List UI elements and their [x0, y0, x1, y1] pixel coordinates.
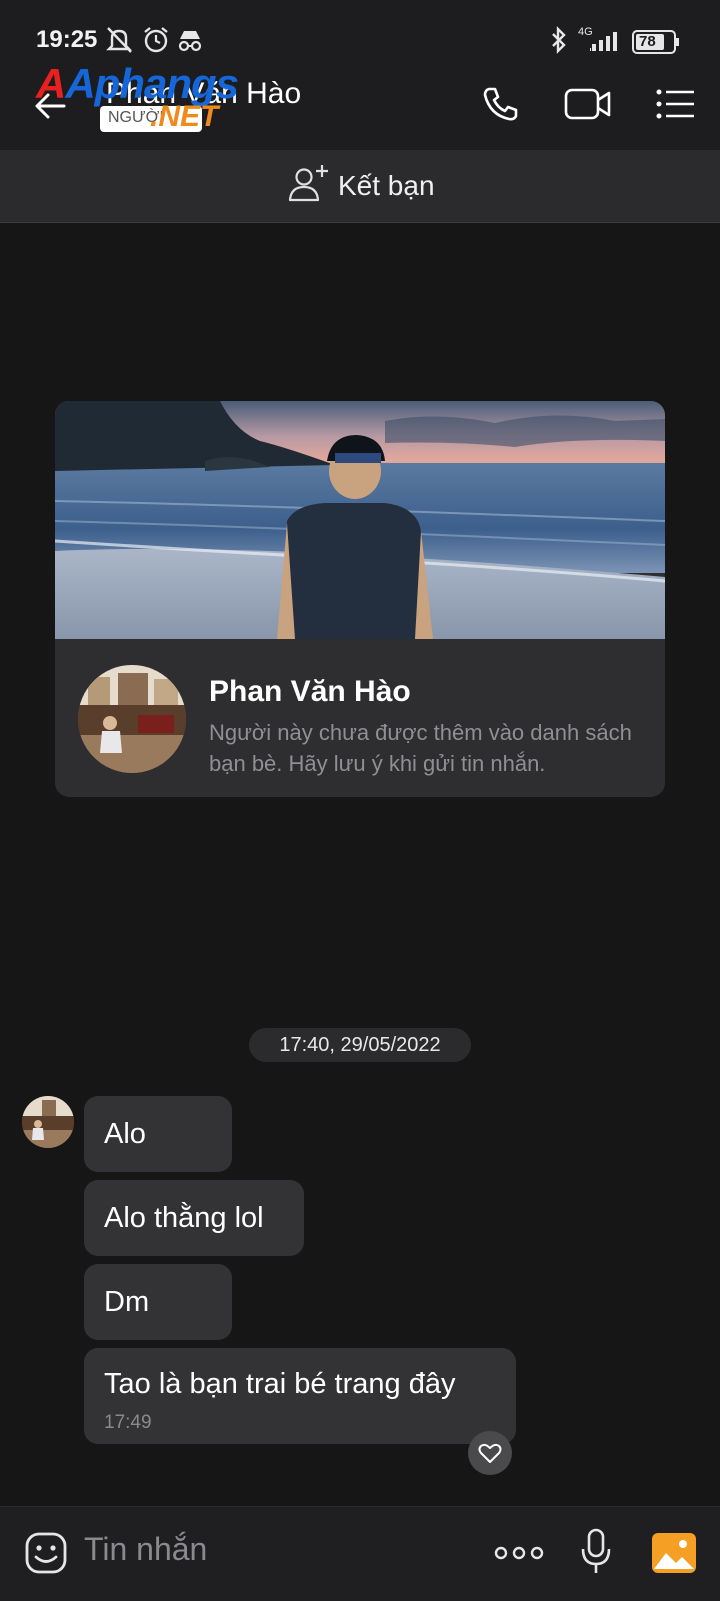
heart-icon [478, 1442, 502, 1464]
profile-avatar[interactable] [78, 665, 186, 773]
battery-level: 78 [639, 33, 656, 50]
more-icon[interactable] [494, 1543, 544, 1563]
message-text: Tao là bạn trai bé trang đây [104, 1368, 456, 1400]
not-friend-notice: Người này chưa được thêm vào danh sách b… [209, 720, 632, 776]
profile-name: Phan Văn Hào [209, 675, 411, 708]
incognito-icon [176, 28, 204, 52]
message-text: Dm [104, 1286, 150, 1318]
profile-card[interactable]: Phan Văn Hào Người này chưa được thêm và… [55, 401, 665, 797]
menu-list-icon[interactable] [656, 88, 696, 120]
microphone-icon[interactable] [580, 1527, 612, 1577]
message-text: Alo thằng lol [104, 1202, 264, 1234]
chat-header: Phan Văn Hào AAphangs NGƯỜI .NET [0, 60, 720, 150]
watermark-logo-net: .NET [150, 100, 219, 133]
cover-photo [55, 401, 665, 639]
battery-icon: 78 [632, 30, 679, 54]
gallery-icon[interactable] [650, 1531, 698, 1575]
status-time: 19:25 [36, 26, 98, 53]
bluetooth-icon [550, 26, 568, 54]
video-call-icon[interactable] [564, 86, 612, 122]
message-input[interactable]: Tin nhắn [84, 1531, 207, 1568]
add-friend-icon [288, 164, 330, 204]
mute-icon [104, 26, 134, 54]
alarm-icon [142, 26, 170, 54]
emoji-icon[interactable] [24, 1531, 68, 1575]
message-bubble[interactable]: Tao là bạn trai bé trang đây 17:49 [84, 1348, 516, 1444]
react-heart-button[interactable] [468, 1431, 512, 1475]
message-bubble[interactable]: Alo thằng lol [84, 1180, 304, 1256]
status-bar: 19:25 4G 78 [0, 0, 720, 62]
add-friend-bar[interactable]: Kết bạn [0, 150, 720, 223]
message-text: Alo [104, 1118, 146, 1150]
phone-icon[interactable] [480, 84, 520, 124]
signal-icon [590, 30, 622, 52]
message-bubble[interactable]: Alo [84, 1096, 232, 1172]
message-time: 17:49 [104, 1412, 152, 1433]
date-stamp: 17:40, 29/05/2022 [249, 1028, 471, 1062]
add-friend-label: Kết bạn [338, 170, 435, 201]
sender-avatar[interactable] [22, 1096, 74, 1148]
composer-bar: Tin nhắn [0, 1506, 720, 1601]
message-bubble[interactable]: Dm [84, 1264, 232, 1340]
